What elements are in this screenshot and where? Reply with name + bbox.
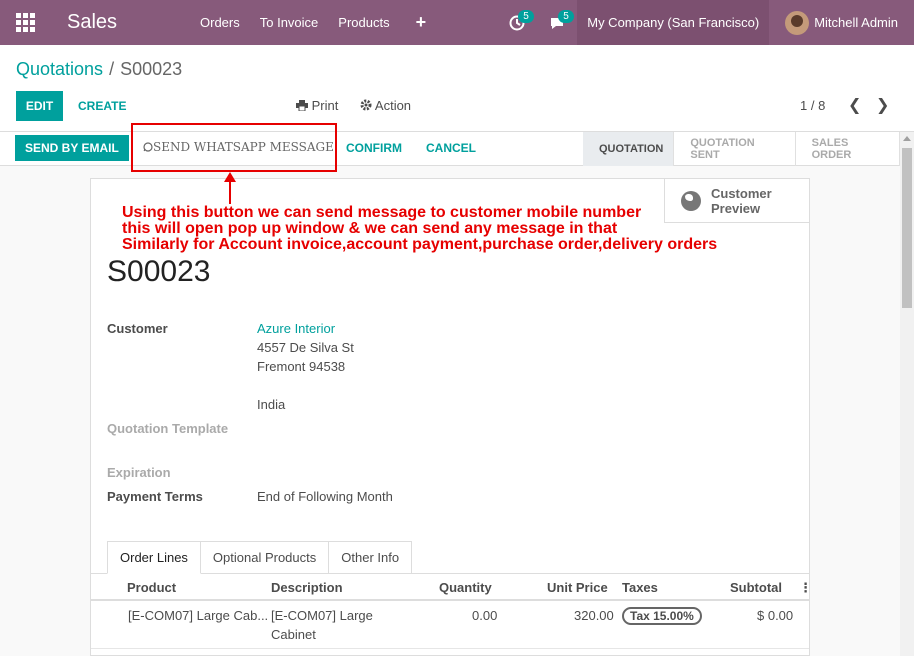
send-by-email-button[interactable]: SEND BY EMAIL [15,135,129,161]
row-unit-price: 320.00 [574,608,614,623]
breadcrumb-separator: / [109,59,115,79]
chevron-left-icon[interactable]: ❮ [848,95,861,115]
annotation-text: Using this button we can send message to… [122,205,717,253]
address-country: India [257,397,286,412]
print-label: Print [311,98,339,113]
tab-optional-products[interactable]: Optional Products [200,541,330,574]
scroll-up-icon[interactable] [903,136,911,141]
payment-terms-value: End of Following Month [257,489,393,504]
tab-other-info[interactable]: Other Info [329,541,413,574]
activity-clock-icon[interactable]: 5 [497,0,537,45]
control-panel: Quotations / S00023 EDIT CREATE Print Acti… [0,45,914,132]
cancel-button[interactable]: CANCEL [426,141,476,155]
edit-button[interactable]: EDIT [16,91,63,121]
activity-badge: 5 [518,10,534,23]
company-switcher[interactable]: My Company (San Francisco) [577,0,770,45]
column-description[interactable]: Description [271,580,343,595]
notebook-tabs: Order Lines Optional Products Other Info [107,541,413,574]
row-description-line-2: Cabinet [271,627,316,642]
tab-order-lines[interactable]: Order Lines [107,541,201,574]
quotation-template-label: Quotation Template [107,421,229,436]
breadcrumb-current: S00023 [120,59,183,79]
menu-products[interactable]: Products [328,15,399,30]
systray: 5 5 My Company (San Francisco) Mitchell … [497,0,914,45]
user-name: Mitchell Admin [814,15,898,30]
customer-preview-label: Customer Preview [711,185,772,216]
annotation-line-1: Using this button we can send message to… [122,204,642,221]
scroll-thumb[interactable] [902,148,912,308]
customer-label: Customer [107,321,168,336]
print-dropdown[interactable]: Print [296,98,338,113]
plus-icon[interactable]: + [400,12,437,33]
expiration-label: Expiration [107,465,171,480]
page-title: S00023 [107,255,211,288]
top-navbar: Sales Orders To Invoice Products + 5 5 M… [0,0,914,45]
chevron-right-icon[interactable]: ❯ [876,95,889,115]
payment-terms-label: Payment Terms [107,489,203,504]
stage-quotation-sent[interactable]: QUOTATION SENT [674,132,796,166]
row-quantity: 0.00 [472,608,498,623]
apps-menu-icon[interactable] [0,0,50,45]
action-label: Action [374,98,412,113]
address-street: 4557 De Silva St [257,340,354,355]
row-subtotal: $ 0.00 [757,608,794,623]
form-sheet: Customer Preview Using this button we ca… [90,178,812,656]
tax-badge: Tax 15.00% [622,607,702,625]
annotation-line-3: Similarly for Account invoice,account pa… [122,236,718,253]
avatar [785,10,810,35]
pager-value[interactable]: 1 / 8 [800,98,825,113]
order-lines-header: Product Description Quantity Unit Price … [91,577,812,601]
row-product: [E-COM07] Large Cab... [128,608,269,623]
create-button[interactable]: CREATE [71,91,133,121]
customer-link[interactable]: Azure Interior [257,321,335,336]
column-quantity[interactable]: Quantity [439,580,492,595]
scrollbar[interactable] [900,132,914,656]
highlight-box [131,123,337,172]
stage-sales-order[interactable]: SALES ORDER [796,132,900,166]
annotation-arrow-line [229,180,231,204]
column-taxes[interactable]: Taxes [622,580,658,595]
messages-badge: 5 [558,10,574,23]
messages-chat-icon[interactable]: 5 [537,0,577,45]
column-product[interactable]: Product [127,580,176,595]
action-dropdown[interactable]: Action [360,98,411,113]
user-menu[interactable]: Mitchell Admin [769,0,914,45]
breadcrumb: Quotations / S00023 [16,59,182,80]
menu-orders[interactable]: Orders [190,15,250,30]
column-unit-price[interactable]: Unit Price [547,580,608,595]
table-row[interactable]: [E-COM07] Large Cab... [E-COM07] Large C… [91,603,809,649]
stage-quotation[interactable]: QUOTATION [583,132,675,166]
address-city: Fremont 94538 [257,359,346,374]
app-name[interactable]: Sales [50,11,190,34]
status-stages: QUOTATION QUOTATION SENT SALES ORDER [583,132,900,166]
gear-icon [360,99,372,111]
annotation-line-2: this will open pop up window & we can se… [122,220,618,237]
column-subtotal[interactable]: Subtotal [730,580,782,595]
breadcrumb-quotations[interactable]: Quotations [16,59,103,79]
printer-icon [296,100,308,112]
confirm-button[interactable]: CONFIRM [346,141,402,155]
kebab-menu-icon[interactable]: ⋮ [799,580,812,596]
row-description-line-1: [E-COM07] Large [271,608,373,623]
menu-to-invoice[interactable]: To Invoice [250,15,329,30]
